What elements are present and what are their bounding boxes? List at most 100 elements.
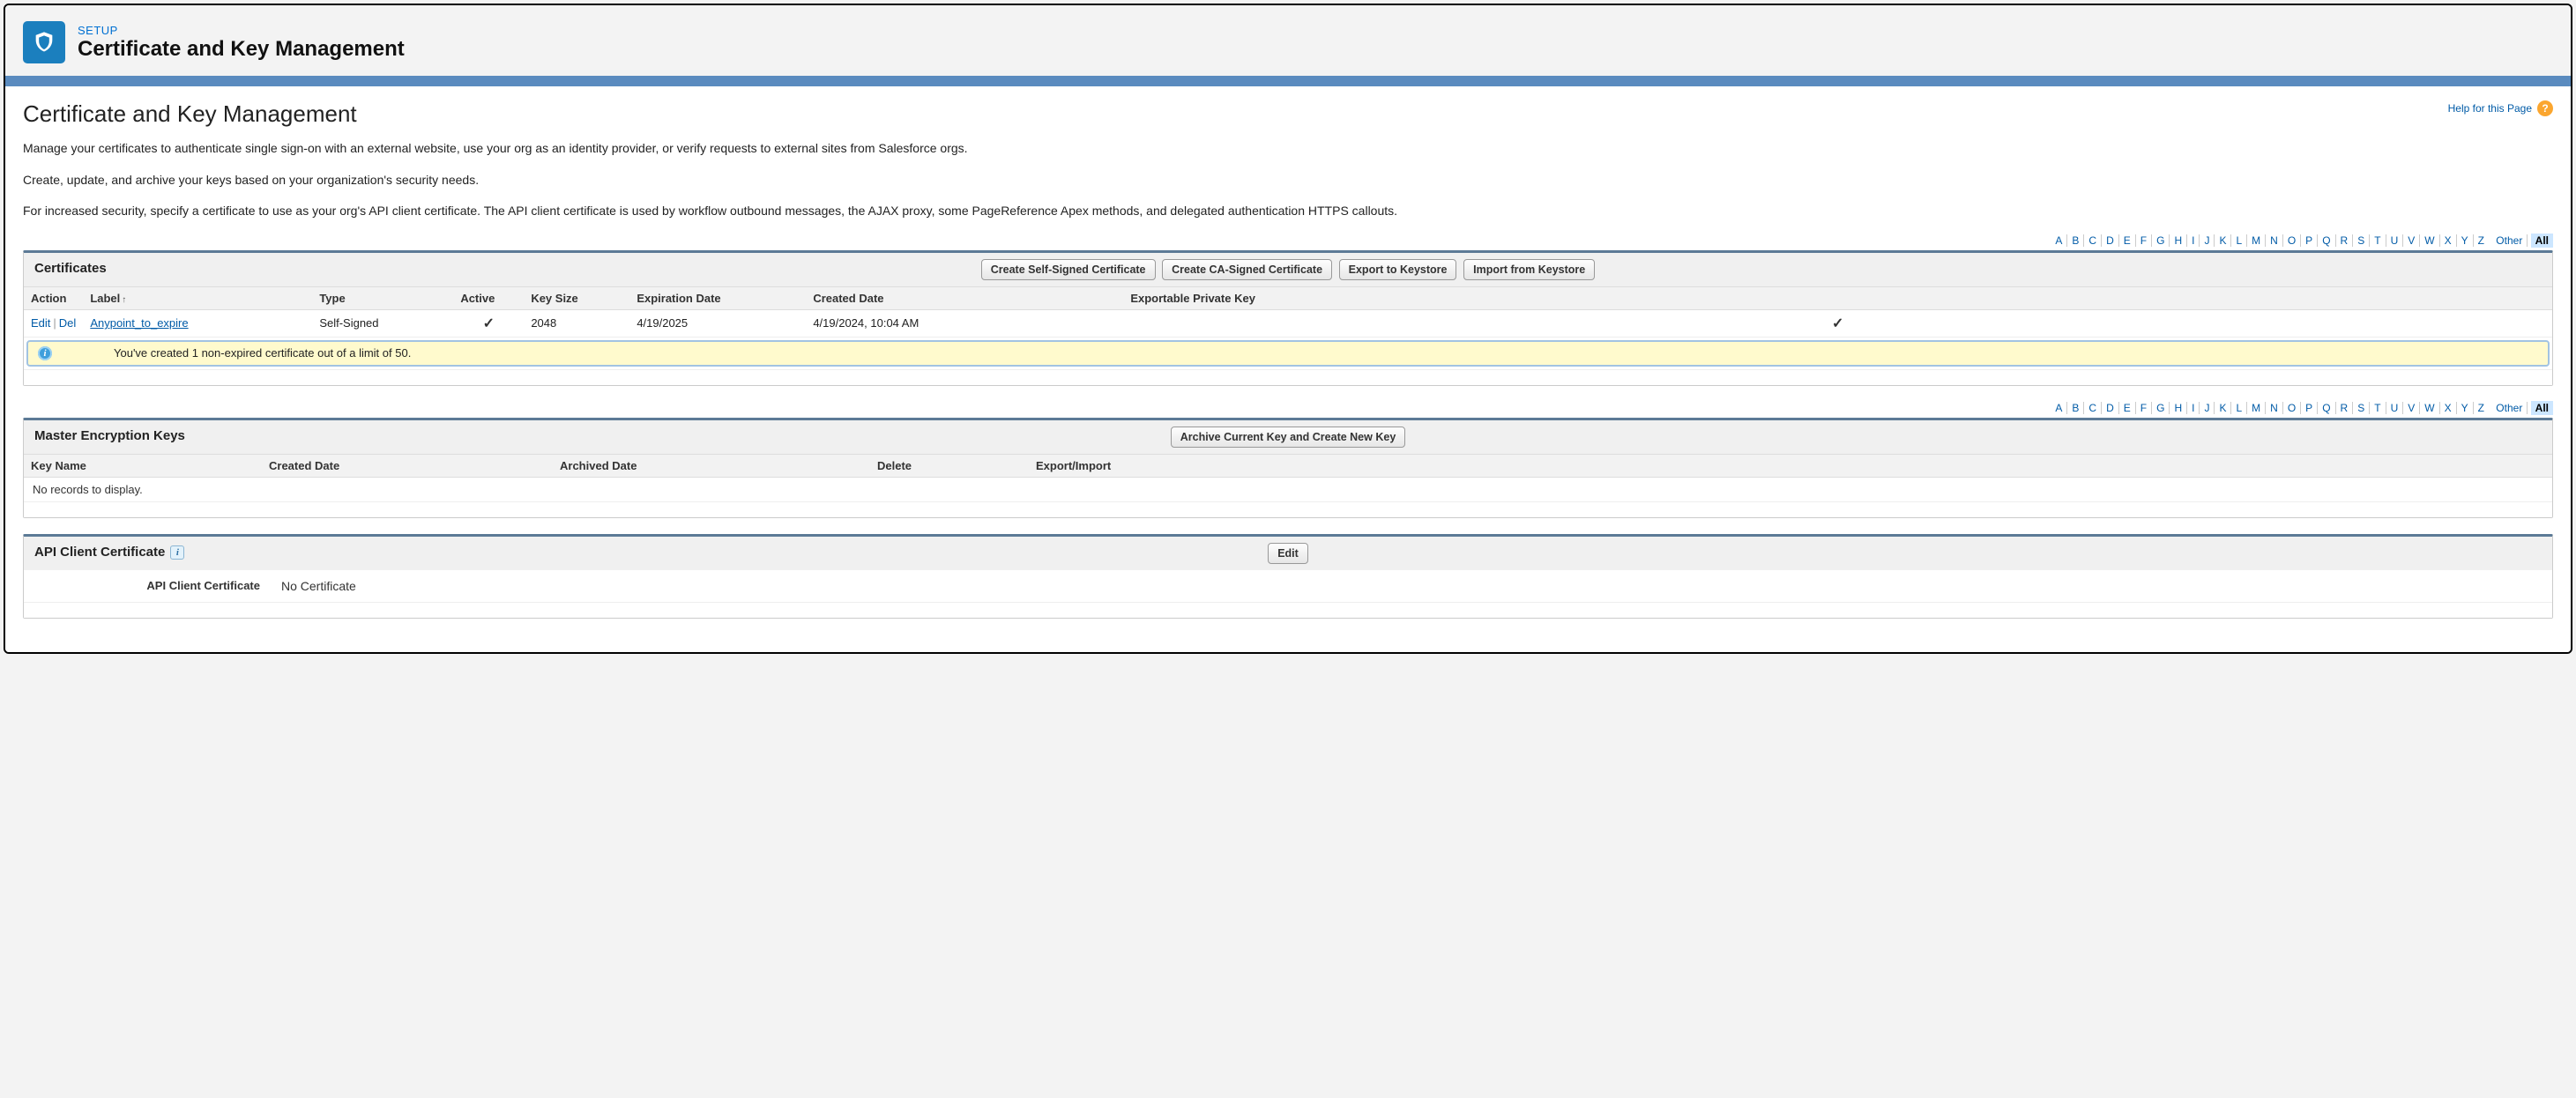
- alpha-letter-j[interactable]: J: [2200, 234, 2215, 247]
- alpha-all[interactable]: All: [2531, 234, 2553, 248]
- alpha-letter-j[interactable]: J: [2200, 402, 2215, 414]
- alpha-letter-v[interactable]: V: [2403, 402, 2420, 414]
- export-keystore-button[interactable]: Export to Keystore: [1339, 259, 1457, 280]
- alpha-filter-master-keys: ABCDEFGHIJKLMNOPQRSTUVWXYZ Other All: [23, 402, 2553, 414]
- alpha-letter-x[interactable]: X: [2440, 234, 2457, 247]
- alpha-letter-k[interactable]: K: [2215, 402, 2231, 414]
- info-row: i You've created 1 non-expired certifica…: [24, 337, 2552, 369]
- alpha-letter-t[interactable]: T: [2370, 234, 2386, 247]
- alpha-letter-f[interactable]: F: [2136, 402, 2152, 414]
- col-created[interactable]: Created Date: [262, 454, 553, 477]
- alpha-letter-h[interactable]: H: [2170, 234, 2187, 247]
- alpha-letter-g[interactable]: G: [2152, 234, 2170, 247]
- alpha-letter-d[interactable]: D: [2102, 234, 2119, 247]
- alpha-other[interactable]: Other: [2491, 402, 2528, 414]
- description-3: For increased security, specify a certif…: [23, 203, 2553, 220]
- alpha-letter-r[interactable]: R: [2336, 402, 2354, 414]
- empty-message: No records to display.: [24, 478, 2552, 501]
- alpha-letter-a[interactable]: A: [2051, 234, 2067, 247]
- alpha-letter-w[interactable]: W: [2420, 402, 2439, 414]
- col-keyname[interactable]: Key Name: [24, 454, 262, 477]
- alpha-letter-s[interactable]: S: [2353, 402, 2370, 414]
- alpha-letter-a[interactable]: A: [2051, 402, 2067, 414]
- col-expiration[interactable]: Expiration Date: [629, 286, 806, 309]
- alpha-letter-g[interactable]: G: [2152, 402, 2170, 414]
- col-action: Action: [24, 286, 83, 309]
- edit-button[interactable]: Edit: [1268, 543, 1308, 564]
- alpha-letter-o[interactable]: O: [2283, 234, 2301, 247]
- alpha-letter-x[interactable]: X: [2440, 402, 2457, 414]
- alpha-letter-k[interactable]: K: [2215, 234, 2231, 247]
- alpha-letter-u[interactable]: U: [2386, 234, 2404, 247]
- alpha-letter-y[interactable]: Y: [2457, 402, 2474, 414]
- alpha-letter-f[interactable]: F: [2136, 234, 2152, 247]
- check-icon: ✓: [483, 316, 495, 331]
- alpha-letter-p[interactable]: P: [2301, 402, 2318, 414]
- alpha-letter-l[interactable]: L: [2231, 234, 2247, 247]
- alpha-letter-z[interactable]: Z: [2474, 234, 2489, 247]
- alpha-letter-y[interactable]: Y: [2457, 234, 2474, 247]
- alpha-letter-v[interactable]: V: [2403, 234, 2420, 247]
- info-icon[interactable]: i: [170, 545, 184, 560]
- import-keystore-button[interactable]: Import from Keystore: [1463, 259, 1595, 280]
- alpha-letter-b[interactable]: B: [2067, 402, 2084, 414]
- create-self-signed-button[interactable]: Create Self-Signed Certificate: [981, 259, 1156, 280]
- shield-icon: [23, 21, 65, 63]
- alpha-letter-q[interactable]: Q: [2318, 234, 2335, 247]
- table-header-row: Key Name Created Date Archived Date Dele…: [24, 454, 2552, 477]
- alpha-letter-b[interactable]: B: [2067, 234, 2084, 247]
- api-client-title: API Client Certificatei: [34, 545, 184, 560]
- alpha-letter-r[interactable]: R: [2336, 234, 2354, 247]
- alpha-letter-c[interactable]: C: [2084, 402, 2102, 414]
- alpha-letter-e[interactable]: E: [2119, 402, 2136, 414]
- api-field-label: API Client Certificate: [34, 579, 281, 593]
- alpha-letter-z[interactable]: Z: [2474, 402, 2489, 414]
- alpha-letter-o[interactable]: O: [2283, 402, 2301, 414]
- alpha-letter-i[interactable]: I: [2187, 234, 2200, 247]
- help-link[interactable]: Help for this Page ?: [2448, 100, 2553, 116]
- api-detail-row: API Client Certificate No Certificate: [24, 570, 2552, 602]
- alpha-letter-m[interactable]: M: [2247, 234, 2266, 247]
- create-ca-signed-button[interactable]: Create CA-Signed Certificate: [1162, 259, 1332, 280]
- alpha-letter-t[interactable]: T: [2370, 402, 2386, 414]
- help-link-label: Help for this Page: [2448, 102, 2532, 115]
- certificate-label-link[interactable]: Anypoint_to_expire: [90, 316, 188, 330]
- alpha-letter-h[interactable]: H: [2170, 402, 2187, 414]
- api-field-value: No Certificate: [281, 579, 356, 593]
- setup-label: SETUP: [78, 24, 405, 37]
- alpha-letter-d[interactable]: D: [2102, 402, 2119, 414]
- alpha-letter-w[interactable]: W: [2420, 234, 2439, 247]
- alpha-other[interactable]: Other: [2491, 234, 2528, 247]
- col-exportable[interactable]: Exportable Private Key: [1123, 286, 2552, 309]
- col-export[interactable]: Export/Import: [1029, 454, 2552, 477]
- alpha-letter-s[interactable]: S: [2353, 234, 2370, 247]
- alpha-letter-n[interactable]: N: [2266, 402, 2283, 414]
- alpha-letter-c[interactable]: C: [2084, 234, 2102, 247]
- col-active[interactable]: Active: [453, 286, 524, 309]
- alpha-letter-l[interactable]: L: [2231, 402, 2247, 414]
- setup-header: SETUP Certificate and Key Management: [5, 5, 2571, 76]
- alpha-letter-u[interactable]: U: [2386, 402, 2404, 414]
- col-label[interactable]: Label↑: [83, 286, 312, 309]
- table-header-row: Action Label↑ Type Active Key Size Expir…: [24, 286, 2552, 309]
- alpha-letter-i[interactable]: I: [2187, 402, 2200, 414]
- col-archived[interactable]: Archived Date: [553, 454, 870, 477]
- alpha-letter-q[interactable]: Q: [2318, 402, 2335, 414]
- certificates-title: Certificates: [34, 261, 107, 276]
- master-keys-table: Key Name Created Date Archived Date Dele…: [24, 454, 2552, 478]
- edit-link[interactable]: Edit: [31, 316, 50, 330]
- alpha-letter-n[interactable]: N: [2266, 234, 2283, 247]
- help-icon: ?: [2537, 100, 2553, 116]
- col-created[interactable]: Created Date: [806, 286, 1123, 309]
- delete-link[interactable]: Del: [59, 316, 77, 330]
- archive-create-new-button[interactable]: Archive Current Key and Create New Key: [1171, 427, 1406, 448]
- alpha-all[interactable]: All: [2531, 401, 2553, 415]
- alpha-letter-e[interactable]: E: [2119, 234, 2136, 247]
- alpha-letter-m[interactable]: M: [2247, 402, 2266, 414]
- col-type[interactable]: Type: [312, 286, 453, 309]
- description-1: Manage your certificates to authenticate…: [23, 140, 2553, 158]
- certificates-table: Action Label↑ Type Active Key Size Expir…: [24, 286, 2552, 369]
- col-delete[interactable]: Delete: [870, 454, 1029, 477]
- alpha-letter-p[interactable]: P: [2301, 234, 2318, 247]
- col-keysize[interactable]: Key Size: [524, 286, 629, 309]
